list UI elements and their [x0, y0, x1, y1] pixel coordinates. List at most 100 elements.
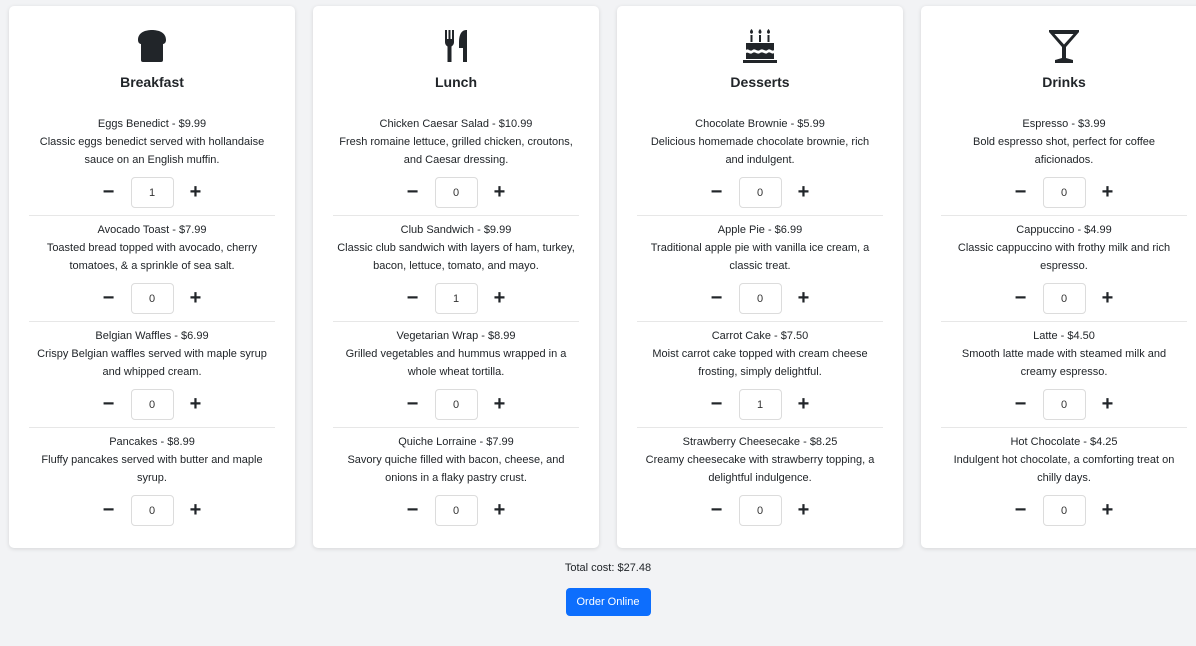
- item-text: Quiche Lorraine - $7.99 Savory quiche fi…: [333, 433, 579, 495]
- increase-quantity-button[interactable]: +: [484, 496, 516, 526]
- item-heading: Chicken Caesar Salad - $10.99: [333, 115, 579, 133]
- increase-quantity-button[interactable]: +: [788, 284, 820, 314]
- item-name: Espresso: [1022, 118, 1069, 130]
- item-text: Belgian Waffles - $6.99 Crispy Belgian w…: [29, 327, 275, 389]
- item-price: $6.99: [774, 224, 803, 236]
- decrease-quantity-button[interactable]: −: [397, 496, 429, 526]
- increase-quantity-button[interactable]: +: [484, 284, 516, 314]
- category-title: Drinks: [1042, 74, 1086, 90]
- item-text: Chocolate Brownie - $5.99 Delicious home…: [637, 115, 883, 177]
- quantity-input[interactable]: [738, 389, 782, 420]
- quantity-stepper: − +: [333, 177, 579, 208]
- quantity-input[interactable]: [738, 283, 782, 314]
- quantity-input[interactable]: [434, 283, 478, 314]
- decrease-quantity-button[interactable]: −: [701, 496, 733, 526]
- quantity-stepper: − +: [333, 495, 579, 526]
- decrease-quantity-button[interactable]: −: [701, 178, 733, 208]
- quantity-input[interactable]: [130, 389, 174, 420]
- quantity-input[interactable]: [1042, 495, 1086, 526]
- item-description: Fresh romaine lettuce, grilled chicken, …: [339, 136, 573, 166]
- increase-quantity-button[interactable]: +: [484, 390, 516, 420]
- increase-quantity-button[interactable]: +: [1092, 390, 1124, 420]
- category-card-breakfast: Breakfast Eggs Benedict - $9.99 Classic …: [9, 6, 295, 548]
- increase-quantity-button[interactable]: +: [1092, 178, 1124, 208]
- increase-quantity-button[interactable]: +: [180, 284, 212, 314]
- item-heading: Apple Pie - $6.99: [637, 221, 883, 239]
- quantity-input[interactable]: [434, 177, 478, 208]
- item-description: Grilled vegetables and hummus wrapped in…: [345, 348, 567, 378]
- item-name: Chicken Caesar Salad: [379, 118, 489, 130]
- item-list: Chicken Caesar Salad - $10.99 Fresh roma…: [333, 110, 579, 534]
- item-separator: -: [1057, 330, 1068, 342]
- item-heading: Vegetarian Wrap - $8.99: [333, 327, 579, 345]
- decrease-quantity-button[interactable]: −: [1005, 284, 1037, 314]
- item-separator: -: [171, 330, 182, 342]
- item-separator: -: [157, 436, 168, 448]
- quantity-input[interactable]: [738, 177, 782, 208]
- birthday-cake-icon: [738, 24, 782, 68]
- quantity-input[interactable]: [738, 495, 782, 526]
- item-price: $4.50: [1067, 330, 1095, 342]
- item-description: Classic club sandwich with layers of ham…: [337, 242, 575, 272]
- decrease-quantity-button[interactable]: −: [1005, 496, 1037, 526]
- quantity-stepper: − +: [637, 177, 883, 208]
- category-title: Desserts: [730, 74, 790, 90]
- quantity-input[interactable]: [130, 283, 174, 314]
- decrease-quantity-button[interactable]: −: [701, 284, 733, 314]
- category-title: Breakfast: [120, 74, 184, 90]
- increase-quantity-button[interactable]: +: [180, 178, 212, 208]
- item-description: Bold espresso shot, perfect for coffee a…: [972, 136, 1155, 166]
- item-price: $7.99: [179, 224, 207, 236]
- category-card-lunch: Lunch Chicken Caesar Salad - $10.99 Fres…: [313, 6, 599, 548]
- decrease-quantity-button[interactable]: −: [701, 390, 733, 420]
- cocktail-glass-icon: [1042, 24, 1086, 68]
- item-heading: Carrot Cake - $7.50: [637, 327, 883, 345]
- decrease-quantity-button[interactable]: −: [397, 390, 429, 420]
- item-text: Vegetarian Wrap - $8.99 Grilled vegetabl…: [333, 327, 579, 389]
- decrease-quantity-button[interactable]: −: [1005, 178, 1037, 208]
- menu-row: Breakfast Eggs Benedict - $9.99 Classic …: [9, 6, 1196, 548]
- item-separator: -: [770, 330, 781, 342]
- decrease-quantity-button[interactable]: −: [93, 496, 125, 526]
- item-separator: -: [787, 118, 798, 130]
- quantity-input[interactable]: [434, 495, 478, 526]
- item-price: $4.25: [1089, 436, 1118, 448]
- quantity-input[interactable]: [1042, 389, 1086, 420]
- increase-quantity-button[interactable]: +: [180, 390, 212, 420]
- order-online-button[interactable]: Order Online: [565, 588, 651, 616]
- item-price: $6.99: [181, 330, 209, 342]
- decrease-quantity-button[interactable]: −: [397, 284, 429, 314]
- increase-quantity-button[interactable]: +: [788, 390, 820, 420]
- category-card-desserts: Desserts Chocolate Brownie - $5.99 Delic…: [617, 6, 903, 548]
- menu-item: Apple Pie - $6.99 Traditional apple pie …: [637, 216, 883, 322]
- decrease-quantity-button[interactable]: −: [397, 178, 429, 208]
- menu-item: Carrot Cake - $7.50 Moist carrot cake to…: [637, 322, 883, 428]
- item-description: Traditional apple pie with vanilla ice c…: [650, 242, 870, 272]
- decrease-quantity-button[interactable]: −: [93, 390, 125, 420]
- menu-item: Latte - $4.50 Smooth latte made with ste…: [941, 322, 1187, 428]
- quantity-input[interactable]: [1042, 283, 1086, 314]
- increase-quantity-button[interactable]: +: [1092, 284, 1124, 314]
- item-price: $5.99: [797, 118, 825, 130]
- increase-quantity-button[interactable]: +: [484, 178, 516, 208]
- quantity-input[interactable]: [130, 495, 174, 526]
- menu-item: Cappuccino - $4.99 Classic cappuccino wi…: [941, 216, 1187, 322]
- increase-quantity-button[interactable]: +: [1092, 496, 1124, 526]
- quantity-input[interactable]: [434, 389, 478, 420]
- quantity-input[interactable]: [1042, 177, 1086, 208]
- item-heading: Latte - $4.50: [941, 327, 1187, 345]
- item-separator: -: [1068, 118, 1079, 130]
- menu-item: Belgian Waffles - $6.99 Crispy Belgian w…: [29, 322, 275, 428]
- decrease-quantity-button[interactable]: −: [1005, 390, 1037, 420]
- increase-quantity-button[interactable]: +: [788, 178, 820, 208]
- increase-quantity-button[interactable]: +: [180, 496, 212, 526]
- item-price: $8.99: [167, 436, 195, 448]
- quantity-input[interactable]: [130, 177, 174, 208]
- decrease-quantity-button[interactable]: −: [93, 178, 125, 208]
- item-text: Apple Pie - $6.99 Traditional apple pie …: [637, 221, 883, 283]
- item-text: Espresso - $3.99 Bold espresso shot, per…: [941, 115, 1187, 177]
- increase-quantity-button[interactable]: +: [788, 496, 820, 526]
- item-description: Delicious homemade chocolate brownie, ri…: [650, 136, 870, 166]
- item-text: Hot Chocolate - $4.25 Indulgent hot choc…: [941, 433, 1187, 495]
- decrease-quantity-button[interactable]: −: [93, 284, 125, 314]
